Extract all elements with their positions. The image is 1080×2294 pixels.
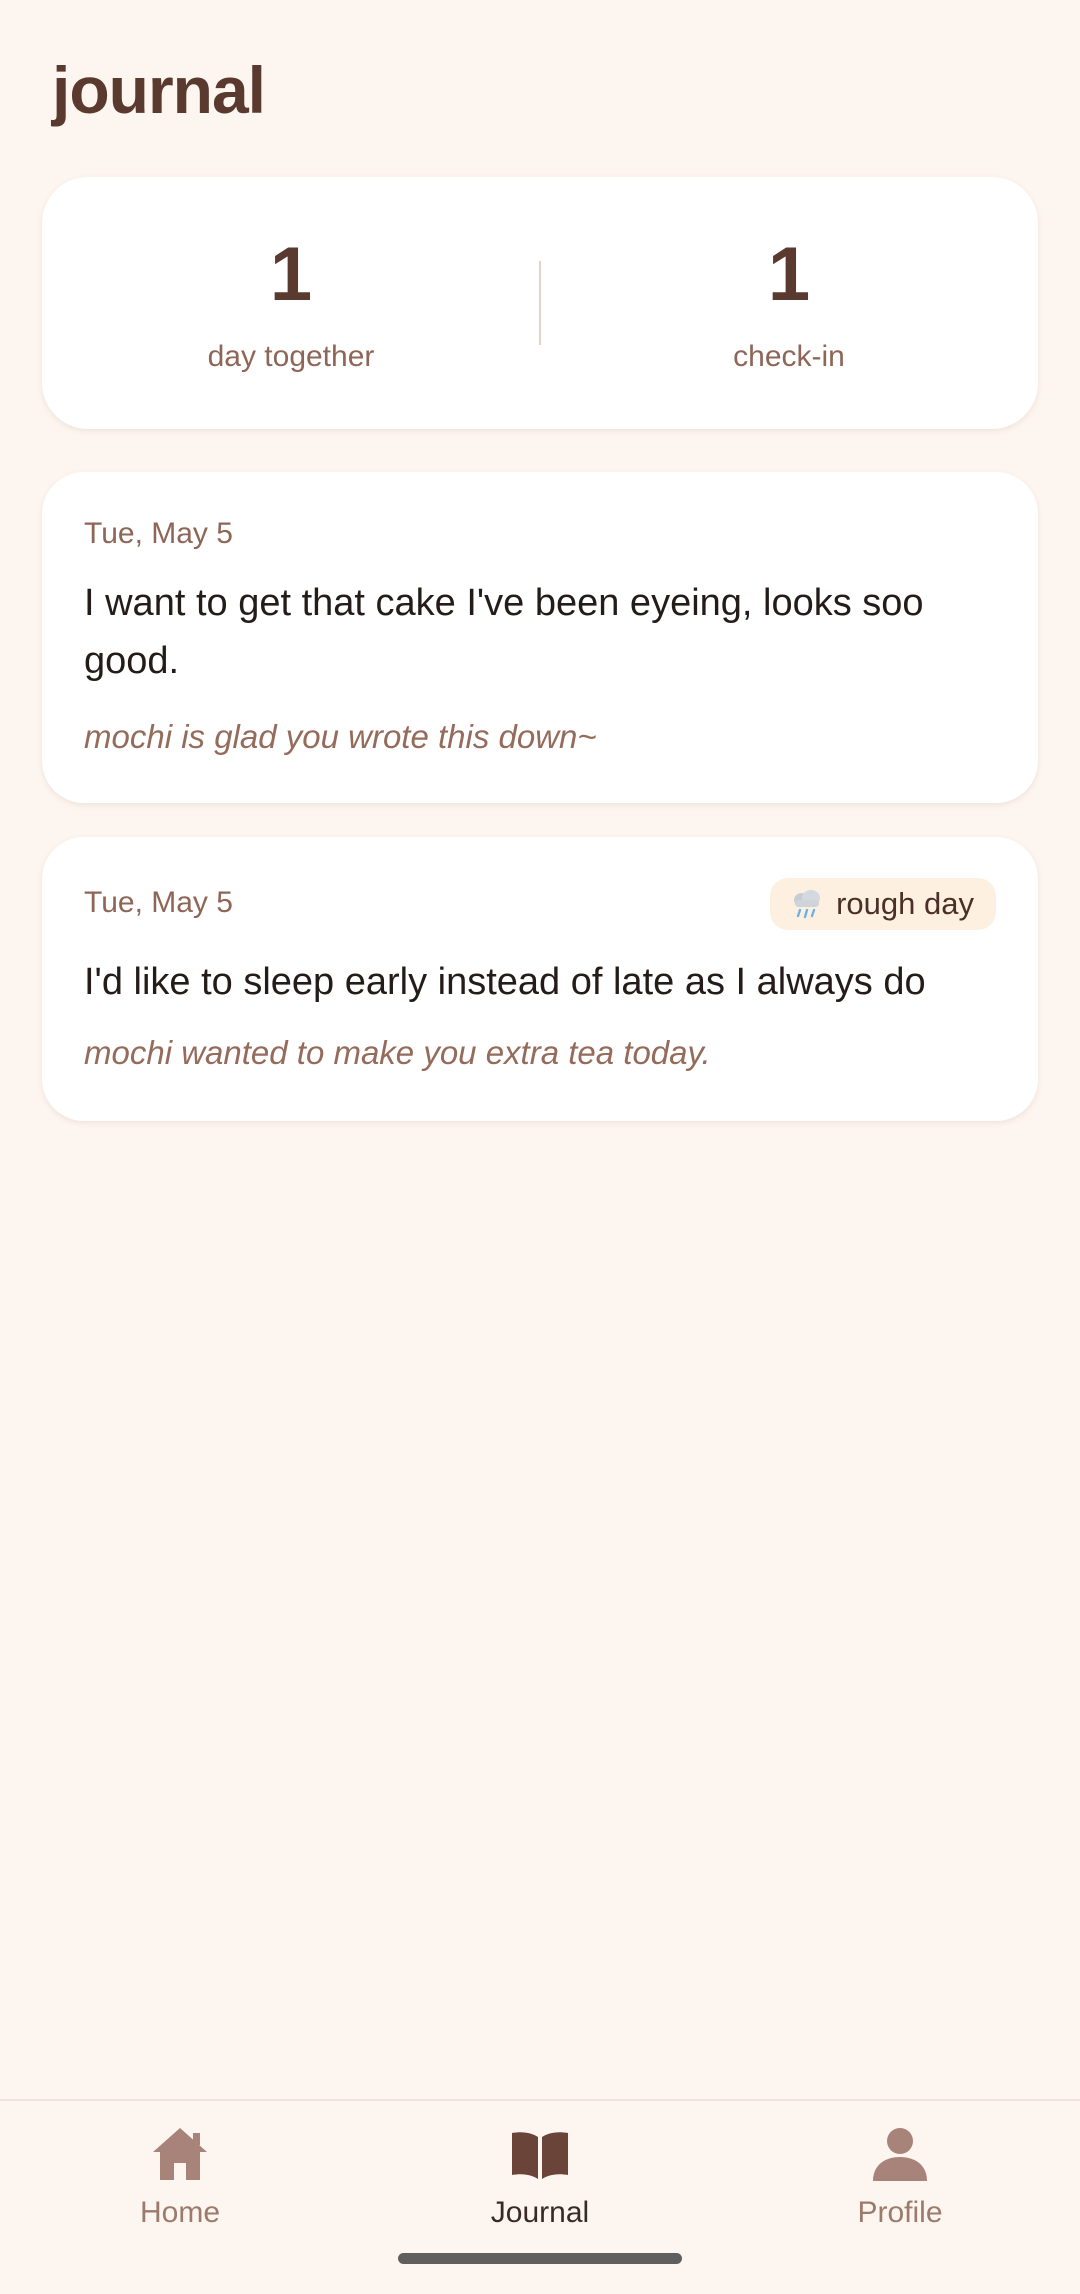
days-together-value: 1: [269, 232, 313, 317]
bottom-navigation: Home Journal Profile: [0, 2099, 1080, 2294]
checkins-value: 1: [767, 232, 811, 317]
entry-text: I'd like to sleep early instead of late …: [84, 961, 926, 1003]
person-icon: [869, 2123, 931, 2185]
nav-item-home[interactable]: Home: [0, 2101, 360, 2261]
nav-label-home: Home: [139, 2196, 221, 2229]
mood-badge: rough day: [770, 878, 996, 930]
home-indicator[interactable]: [398, 2253, 682, 2264]
checkins-stat: 1 check-in: [540, 177, 1038, 429]
nav-item-profile[interactable]: Profile: [720, 2101, 1080, 2261]
book-icon: [509, 2123, 571, 2185]
nav-label-journal: Journal: [490, 2196, 590, 2229]
entry-date: Tue, May 5: [84, 886, 233, 919]
stats-card: 1 day together 1 check-in: [42, 177, 1038, 429]
page-title: journal: [52, 53, 266, 127]
journal-entry-card[interactable]: Tue, May 5 rough day I'd like to sleep e…: [42, 837, 1038, 1121]
entry-text: I want to get that cake I've been eyeing…: [84, 582, 924, 682]
entry-date: Tue, May 5: [84, 517, 233, 550]
entry-note: mochi wanted to make you extra tea today…: [84, 1034, 711, 1071]
nav-label-profile: Profile: [857, 2196, 943, 2229]
home-icon: [149, 2123, 211, 2185]
rain-cloud-icon: [790, 887, 824, 921]
journal-entry-card[interactable]: Tue, May 5 I want to get that cake I've …: [42, 472, 1038, 803]
checkins-label: check-in: [733, 340, 845, 373]
entry-note: mochi is glad you wrote this down~: [84, 718, 597, 755]
days-together-stat: 1 day together: [42, 177, 540, 429]
nav-item-journal[interactable]: Journal: [360, 2101, 720, 2261]
mood-label: rough day: [836, 886, 974, 921]
days-together-label: day together: [207, 340, 375, 373]
